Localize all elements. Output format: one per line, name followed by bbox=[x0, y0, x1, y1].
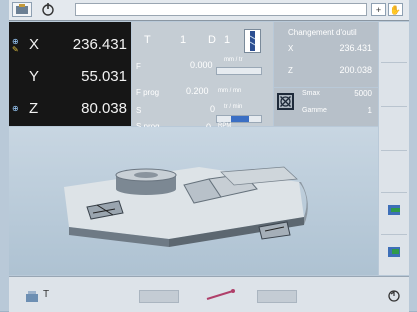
softkey-r3[interactable] bbox=[381, 106, 407, 151]
plus-button[interactable]: + bbox=[371, 3, 386, 16]
tool-change-x-label: X bbox=[288, 44, 294, 53]
smax-label: Smax bbox=[302, 90, 320, 97]
axis-label-y: Y bbox=[29, 68, 40, 85]
tool-table-label: T bbox=[43, 289, 50, 300]
command-input[interactable] bbox=[75, 3, 367, 16]
spindle-s-unit: tr / min bbox=[224, 104, 243, 110]
tool-change-z-label: Z bbox=[288, 66, 293, 75]
drill-icon bbox=[249, 31, 256, 51]
feed-prog-value: 0.200 bbox=[186, 86, 209, 96]
view-3d-icon bbox=[388, 247, 400, 257]
feed-f-unit: mm / tr bbox=[224, 57, 243, 63]
spindle-override-fill bbox=[231, 116, 249, 122]
tool-table-icon bbox=[26, 291, 38, 302]
softkey-r5[interactable] bbox=[381, 192, 407, 235]
feed-f-value: 0.000 bbox=[190, 60, 213, 70]
home-icon bbox=[16, 4, 28, 14]
spindle-s-value: 0 bbox=[210, 104, 216, 114]
axis-row-x: ⊕ ✎ X 236.431 bbox=[9, 35, 131, 65]
hand-icon: ✋ bbox=[389, 5, 402, 15]
bottom-softkey-bar: T bbox=[9, 276, 409, 312]
axis-value-z: 80.038 bbox=[81, 100, 127, 117]
back-button[interactable] bbox=[387, 289, 403, 303]
feed-f-label: F bbox=[136, 62, 141, 71]
toolbar: + ✋ bbox=[9, 0, 409, 21]
softkey-b2[interactable] bbox=[139, 290, 179, 303]
gamme-label: Gamme bbox=[302, 107, 327, 114]
right-softkey-bar bbox=[379, 22, 409, 275]
axis-value-y: 55.031 bbox=[81, 68, 127, 85]
plus-icon: + bbox=[375, 5, 382, 15]
spindle-s-label: S bbox=[136, 106, 142, 115]
axis-row-y: Y 55.031 bbox=[9, 67, 131, 97]
tool-change-title: Changement d'outil bbox=[288, 28, 357, 37]
tool-t-value: 1 bbox=[180, 34, 187, 46]
position-panel: ⊕ ✎ X 236.431 Y 55.031 ⊕ Z 80.038 bbox=[9, 22, 131, 126]
softkey-r2[interactable] bbox=[381, 62, 407, 107]
softkey-r4[interactable] bbox=[381, 150, 407, 193]
spindle-panel: Smax 5000 Gamme 1 bbox=[274, 88, 378, 126]
hand-button[interactable]: ✋ bbox=[388, 3, 403, 16]
tool-panel: T 1 D 1 F 0.000 mm / tr F prog 0.200 mm … bbox=[132, 22, 273, 132]
gamme-value: 1 bbox=[367, 106, 372, 115]
home-button[interactable] bbox=[12, 2, 32, 17]
probe-button[interactable] bbox=[203, 287, 239, 303]
window: + ✋ ⊕ ✎ X 236.431 Y 55.031 ⊕ Z 80.038 T … bbox=[0, 0, 417, 312]
reference-icon: ⊕ bbox=[12, 104, 19, 113]
spindle-stop-icon bbox=[280, 96, 291, 107]
spindle-override-bar[interactable] bbox=[216, 115, 262, 123]
tool-change-z-value: 200.038 bbox=[339, 65, 372, 75]
tool-graphic bbox=[244, 29, 261, 53]
softkey-r6[interactable] bbox=[381, 234, 407, 276]
probe-icon bbox=[206, 289, 235, 300]
smax-value: 5000 bbox=[354, 89, 372, 98]
axis-row-z: ⊕ Z 80.038 bbox=[9, 99, 131, 129]
tool-change-panel: Changement d'outil X 236.431 Z 200.038 bbox=[274, 22, 378, 87]
tool-d-label: D bbox=[208, 34, 216, 46]
feed-override-bar[interactable] bbox=[216, 67, 262, 75]
axis-value-x: 236.431 bbox=[72, 36, 127, 53]
workpiece-model bbox=[64, 166, 308, 247]
tool-table-button[interactable]: T bbox=[25, 287, 65, 305]
part-3d-view[interactable] bbox=[9, 127, 378, 275]
view-top-icon bbox=[388, 205, 400, 215]
tool-d-value: 1 bbox=[224, 34, 231, 46]
softkey-r1[interactable] bbox=[381, 22, 407, 62]
spindle-stop-button[interactable] bbox=[277, 93, 294, 110]
power-icon bbox=[42, 3, 54, 16]
feed-prog-unit: mm / mn bbox=[218, 88, 242, 94]
axis-label-x: X bbox=[29, 36, 40, 53]
return-icon bbox=[388, 290, 400, 302]
axis-label-z: Z bbox=[29, 100, 39, 117]
tool-t-label: T bbox=[144, 34, 151, 46]
softkey-b4[interactable] bbox=[257, 290, 297, 303]
power-button[interactable] bbox=[39, 2, 59, 17]
feed-prog-label: F prog bbox=[136, 88, 160, 97]
warning-icon: ✎ bbox=[12, 45, 19, 54]
tool-change-x-value: 236.431 bbox=[339, 43, 372, 53]
